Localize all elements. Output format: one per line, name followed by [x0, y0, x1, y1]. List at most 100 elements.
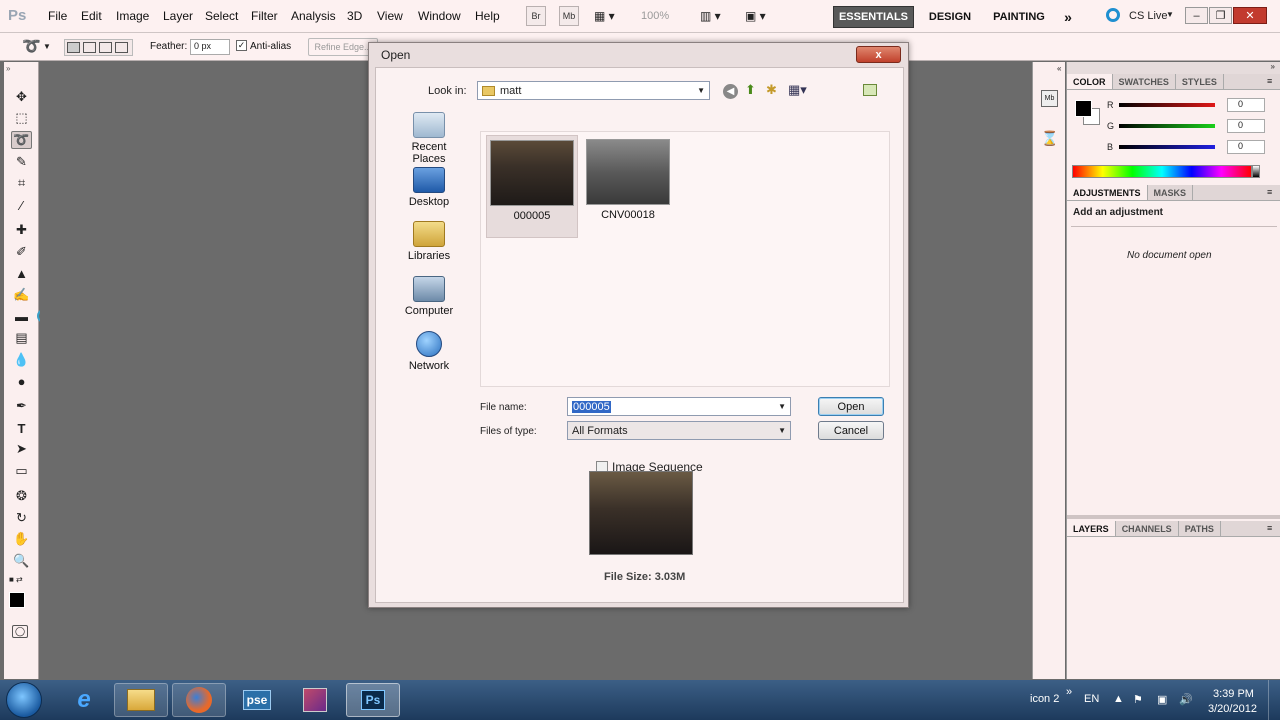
marquee-tool-icon[interactable]: ⬚ [11, 109, 32, 127]
path-selection-tool-icon[interactable]: ➤ [11, 440, 32, 458]
place-computer[interactable]: Computer [394, 276, 464, 317]
new-selection-icon[interactable] [67, 42, 80, 53]
mini-bridge-panel-icon[interactable]: Mb [1041, 90, 1058, 107]
place-desktop[interactable]: Desktop [394, 167, 464, 208]
file-item-cnv00018[interactable]: CNV00018 [582, 135, 674, 238]
elements-taskbar-item[interactable]: pse [230, 683, 284, 717]
show-hidden-icons-icon[interactable]: ▲ [1113, 693, 1124, 705]
menu-file[interactable]: File [48, 9, 67, 23]
firefox-taskbar-item[interactable] [172, 683, 226, 717]
clone-stamp-tool-icon[interactable]: ▲ [11, 264, 32, 282]
screen-mode-icon[interactable]: ▣ ▾ [745, 9, 766, 23]
subtract-selection-icon[interactable] [99, 42, 112, 53]
file-name-input[interactable]: 000005 ▼ [567, 397, 791, 416]
bridge-button[interactable]: Br [526, 6, 546, 26]
lasso-tool-preset-icon[interactable]: ➰ [22, 37, 41, 55]
menu-select[interactable]: Select [205, 9, 238, 23]
menu-analysis[interactable]: Analysis [291, 9, 336, 23]
tray-toolbar-more-icon[interactable]: » [1066, 686, 1072, 698]
tab-masks[interactable]: MASKS [1148, 185, 1194, 200]
channel-r-slider[interactable] [1119, 103, 1215, 107]
eyedropper-tool-icon[interactable]: ⁄ [11, 196, 32, 214]
menu-view[interactable]: View [377, 9, 403, 23]
menu-filter[interactable]: Filter [251, 9, 278, 23]
tab-layers[interactable]: LAYERS [1067, 521, 1116, 536]
dialog-close-button[interactable]: x [856, 46, 901, 63]
menu-3d[interactable]: 3D [347, 9, 362, 23]
hand-tool-icon[interactable]: ✋ [11, 530, 32, 548]
place-recent-places[interactable]: Recent Places [394, 112, 464, 165]
volume-icon[interactable]: 🔊 [1179, 693, 1193, 706]
intersect-selection-icon[interactable] [115, 42, 128, 53]
tab-adjustments[interactable]: ADJUSTMENTS [1067, 185, 1148, 200]
collapse-tools-icon[interactable]: » [6, 64, 10, 73]
clock-time[interactable]: 3:39 PM [1213, 688, 1254, 700]
color-spectrum-bar[interactable] [1072, 165, 1252, 178]
restore-icon[interactable]: ❐ [1209, 7, 1232, 24]
zoom-tool-icon[interactable]: 🔍 [11, 552, 32, 570]
channel-g-input[interactable]: 0 [1227, 119, 1265, 133]
gradient-tool-icon[interactable]: ▤ [11, 329, 32, 347]
tool-preset-dropdown-icon[interactable]: ▼ [43, 42, 51, 51]
3d-rotate-tool-icon[interactable]: ❂ [11, 487, 32, 505]
clock-date[interactable]: 3/20/2012 [1208, 703, 1257, 715]
history-panel-icon[interactable]: ⌛ [1041, 130, 1058, 147]
action-center-icon[interactable]: ⚑ [1133, 693, 1143, 706]
foreground-color-swatch[interactable] [9, 592, 25, 608]
up-folder-icon[interactable]: ⬆ [745, 82, 756, 98]
dock-collapse-icon[interactable]: » [1067, 62, 1280, 74]
open-button[interactable]: Open [818, 397, 884, 416]
pen-tool-icon[interactable]: ✒ [11, 397, 32, 415]
color-foreground-swatch[interactable] [1075, 100, 1092, 117]
mini-bridge-button[interactable]: Mb [559, 6, 579, 26]
channel-r-input[interactable]: 0 [1227, 98, 1265, 112]
channel-b-input[interactable]: 0 [1227, 140, 1265, 154]
crop-tool-icon[interactable]: ⌗ [11, 174, 32, 192]
workspace-painting[interactable]: PAINTING [986, 6, 1052, 28]
menu-image[interactable]: Image [116, 9, 149, 23]
back-icon[interactable]: ◀ [723, 84, 738, 99]
layers-panel-menu-icon[interactable]: ≡ [1267, 523, 1272, 533]
place-network[interactable]: Network [394, 331, 464, 372]
view-extras-icon[interactable]: ▦ ▾ [594, 9, 615, 23]
feather-input[interactable]: 0 px [190, 39, 230, 55]
zoom-level[interactable]: 100% [641, 10, 669, 22]
dodge-tool-icon[interactable]: ● [11, 372, 32, 390]
quick-selection-tool-icon[interactable]: ✎ [11, 153, 32, 171]
lasso-tool-icon[interactable]: ➰ [11, 131, 32, 149]
view-menu-icon[interactable]: ▦▾ [788, 82, 807, 98]
look-in-dropdown-icon[interactable]: ▼ [697, 86, 705, 95]
menu-help[interactable]: Help [475, 9, 500, 23]
internet-explorer-icon[interactable]: e [57, 683, 111, 717]
eraser-tool-icon[interactable]: ▬ [11, 307, 32, 325]
cancel-button[interactable]: Cancel [818, 421, 884, 440]
panel-splitter[interactable] [1067, 515, 1280, 519]
blur-tool-icon[interactable]: 💧 [11, 351, 32, 369]
cs-live-icon[interactable] [1106, 8, 1120, 22]
quick-mask-icon[interactable]: ◯ [12, 625, 28, 638]
more-workspaces-icon[interactable]: » [1058, 6, 1078, 28]
start-button[interactable] [6, 682, 42, 718]
tab-color[interactable]: COLOR [1067, 74, 1113, 89]
workspace-essentials[interactable]: ESSENTIALS [833, 6, 914, 28]
language-indicator[interactable]: EN [1084, 693, 1099, 705]
folder-nav-icon[interactable] [863, 84, 877, 96]
color-panel-menu-icon[interactable]: ≡ [1267, 76, 1272, 86]
minimize-icon[interactable]: – [1185, 7, 1208, 24]
files-of-type-dropdown-icon[interactable]: ▼ [778, 426, 786, 435]
menu-edit[interactable]: Edit [81, 9, 102, 23]
channel-b-slider[interactable] [1119, 145, 1215, 149]
files-of-type-select[interactable]: All Formats ▼ [567, 421, 791, 440]
tray-toolbar-label[interactable]: icon 2 [1030, 693, 1059, 705]
type-tool-icon[interactable]: T [11, 419, 32, 437]
window-close-icon[interactable]: ✕ [1233, 7, 1267, 24]
brush-tool-icon[interactable]: ✐ [11, 243, 32, 261]
anti-alias-checkbox[interactable]: ✓ [236, 40, 247, 51]
look-in-combo[interactable]: matt ▼ [477, 81, 710, 100]
add-selection-icon[interactable] [83, 42, 96, 53]
menu-layer[interactable]: Layer [163, 9, 193, 23]
tab-paths[interactable]: PATHS [1179, 521, 1221, 536]
move-tool-icon[interactable]: ✥ [11, 88, 32, 106]
app-taskbar-item[interactable] [288, 683, 342, 717]
grayscale-ramp[interactable] [1252, 165, 1260, 178]
